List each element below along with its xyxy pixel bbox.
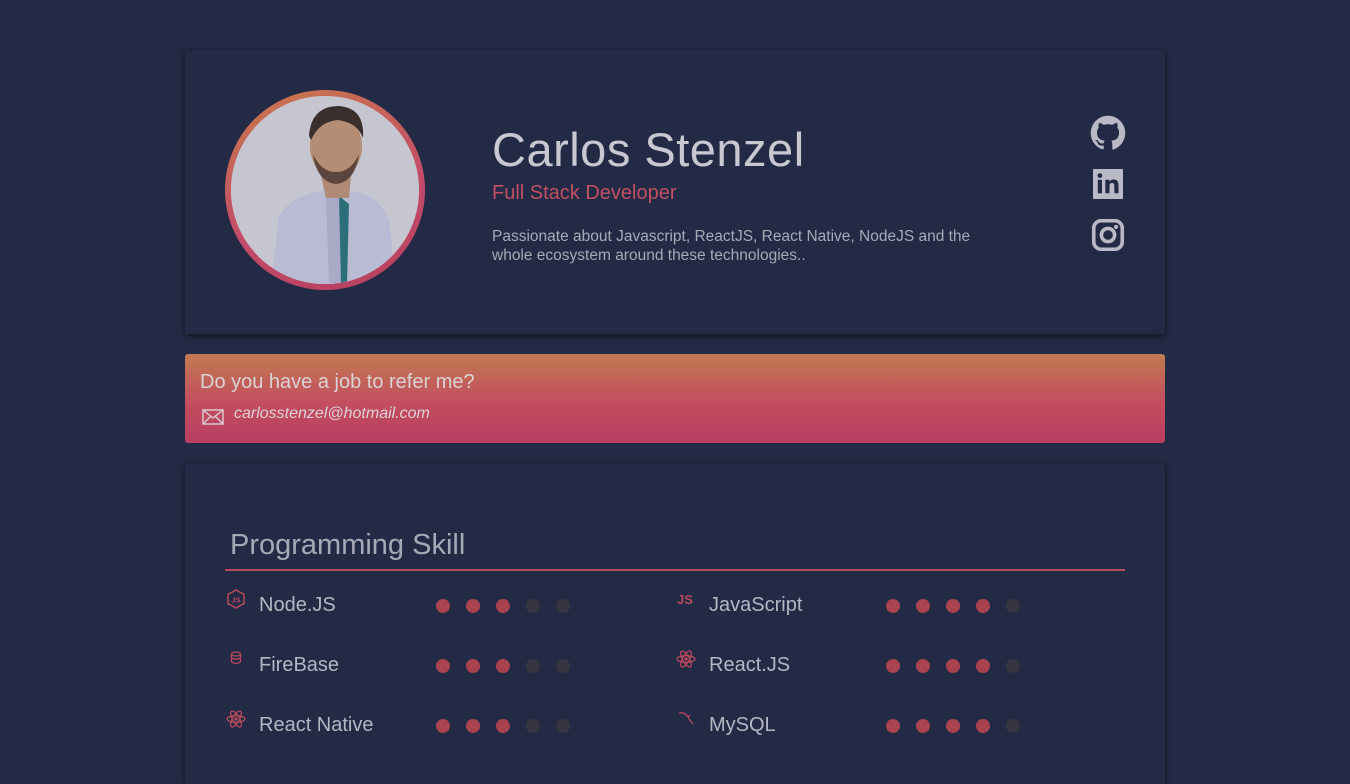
- skill-level: [436, 599, 570, 613]
- github-icon[interactable]: [1090, 115, 1126, 151]
- level-dot-filled: [496, 719, 510, 733]
- avatar: [225, 90, 425, 290]
- level-dot-filled: [436, 719, 450, 733]
- level-dot-filled: [946, 599, 960, 613]
- skill-level: [436, 719, 570, 733]
- skills-title: Programming Skill: [230, 529, 466, 561]
- level-dot-empty: [526, 599, 540, 613]
- react-icon: [675, 648, 697, 670]
- skill-label: Node.JS: [259, 594, 336, 616]
- level-dot-filled: [886, 719, 900, 733]
- level-dot-filled: [886, 659, 900, 673]
- nodejs-icon: JS: [225, 588, 247, 610]
- level-dot-filled: [436, 659, 450, 673]
- level-dot-filled: [916, 659, 930, 673]
- level-dot-filled: [466, 599, 480, 613]
- skill-label: React Native: [259, 714, 374, 736]
- skill-label: FireBase: [259, 654, 340, 676]
- level-dot-filled: [916, 719, 930, 733]
- skill-reactjs: React.JS: [675, 648, 1095, 678]
- level-dot-empty: [1006, 719, 1020, 733]
- skill-level: [886, 659, 1020, 673]
- level-dot-filled: [946, 719, 960, 733]
- level-dot-filled: [496, 599, 510, 613]
- level-dot-filled: [466, 719, 480, 733]
- skill-level: [436, 659, 570, 673]
- skill-label: JavaScript: [709, 594, 803, 616]
- skill-label: MySQL: [709, 714, 776, 736]
- instagram-icon[interactable]: [1090, 217, 1126, 253]
- profile-bio: Passionate about Javascript, ReactJS, Re…: [492, 228, 971, 264]
- linkedin-icon[interactable]: [1090, 166, 1126, 202]
- javascript-icon: JS: [677, 592, 693, 607]
- level-dot-filled: [466, 659, 480, 673]
- profile-role: Full Stack Developer: [492, 182, 677, 204]
- level-dot-empty: [556, 599, 570, 613]
- level-dot-empty: [1006, 599, 1020, 613]
- skills-card: Programming Skill JS Node.JS FireBase Re…: [185, 464, 1165, 784]
- level-dot-filled: [976, 599, 990, 613]
- contact-question: Do you have a job to refer me?: [200, 371, 475, 393]
- level-dot-filled: [946, 659, 960, 673]
- profile-card: Carlos Stenzel Full Stack Developer Pass…: [185, 50, 1165, 334]
- profile-name: Carlos Stenzel: [492, 123, 805, 176]
- level-dot-empty: [556, 719, 570, 733]
- level-dot-empty: [1006, 659, 1020, 673]
- level-dot-empty: [526, 659, 540, 673]
- skill-javascript: JS JavaScript: [675, 588, 1095, 618]
- level-dot-filled: [436, 599, 450, 613]
- profile-photo: [231, 96, 419, 284]
- mail-icon: [202, 409, 224, 425]
- skill-react-native: React Native: [225, 708, 645, 738]
- react-native-icon: [225, 708, 247, 730]
- firebase-icon: [225, 648, 247, 670]
- level-dot-empty: [556, 659, 570, 673]
- skills-divider: [225, 569, 1125, 571]
- level-dot-filled: [886, 599, 900, 613]
- level-dot-filled: [976, 659, 990, 673]
- skill-level: [886, 719, 1020, 733]
- skill-nodejs: JS Node.JS: [225, 588, 645, 618]
- level-dot-filled: [916, 599, 930, 613]
- mysql-icon: [675, 708, 697, 730]
- skill-label: React.JS: [709, 654, 791, 676]
- svg-text:JS: JS: [231, 596, 240, 605]
- level-dot-empty: [526, 719, 540, 733]
- contact-banner: Do you have a job to refer me? carlosste…: [185, 354, 1165, 443]
- skill-level: [886, 599, 1020, 613]
- level-dot-filled: [976, 719, 990, 733]
- level-dot-filled: [496, 659, 510, 673]
- skill-firebase: FireBase: [225, 648, 645, 678]
- email-link[interactable]: carlosstenzel@hotmail.com: [234, 405, 430, 423]
- skill-mysql: MySQL: [675, 708, 1095, 738]
